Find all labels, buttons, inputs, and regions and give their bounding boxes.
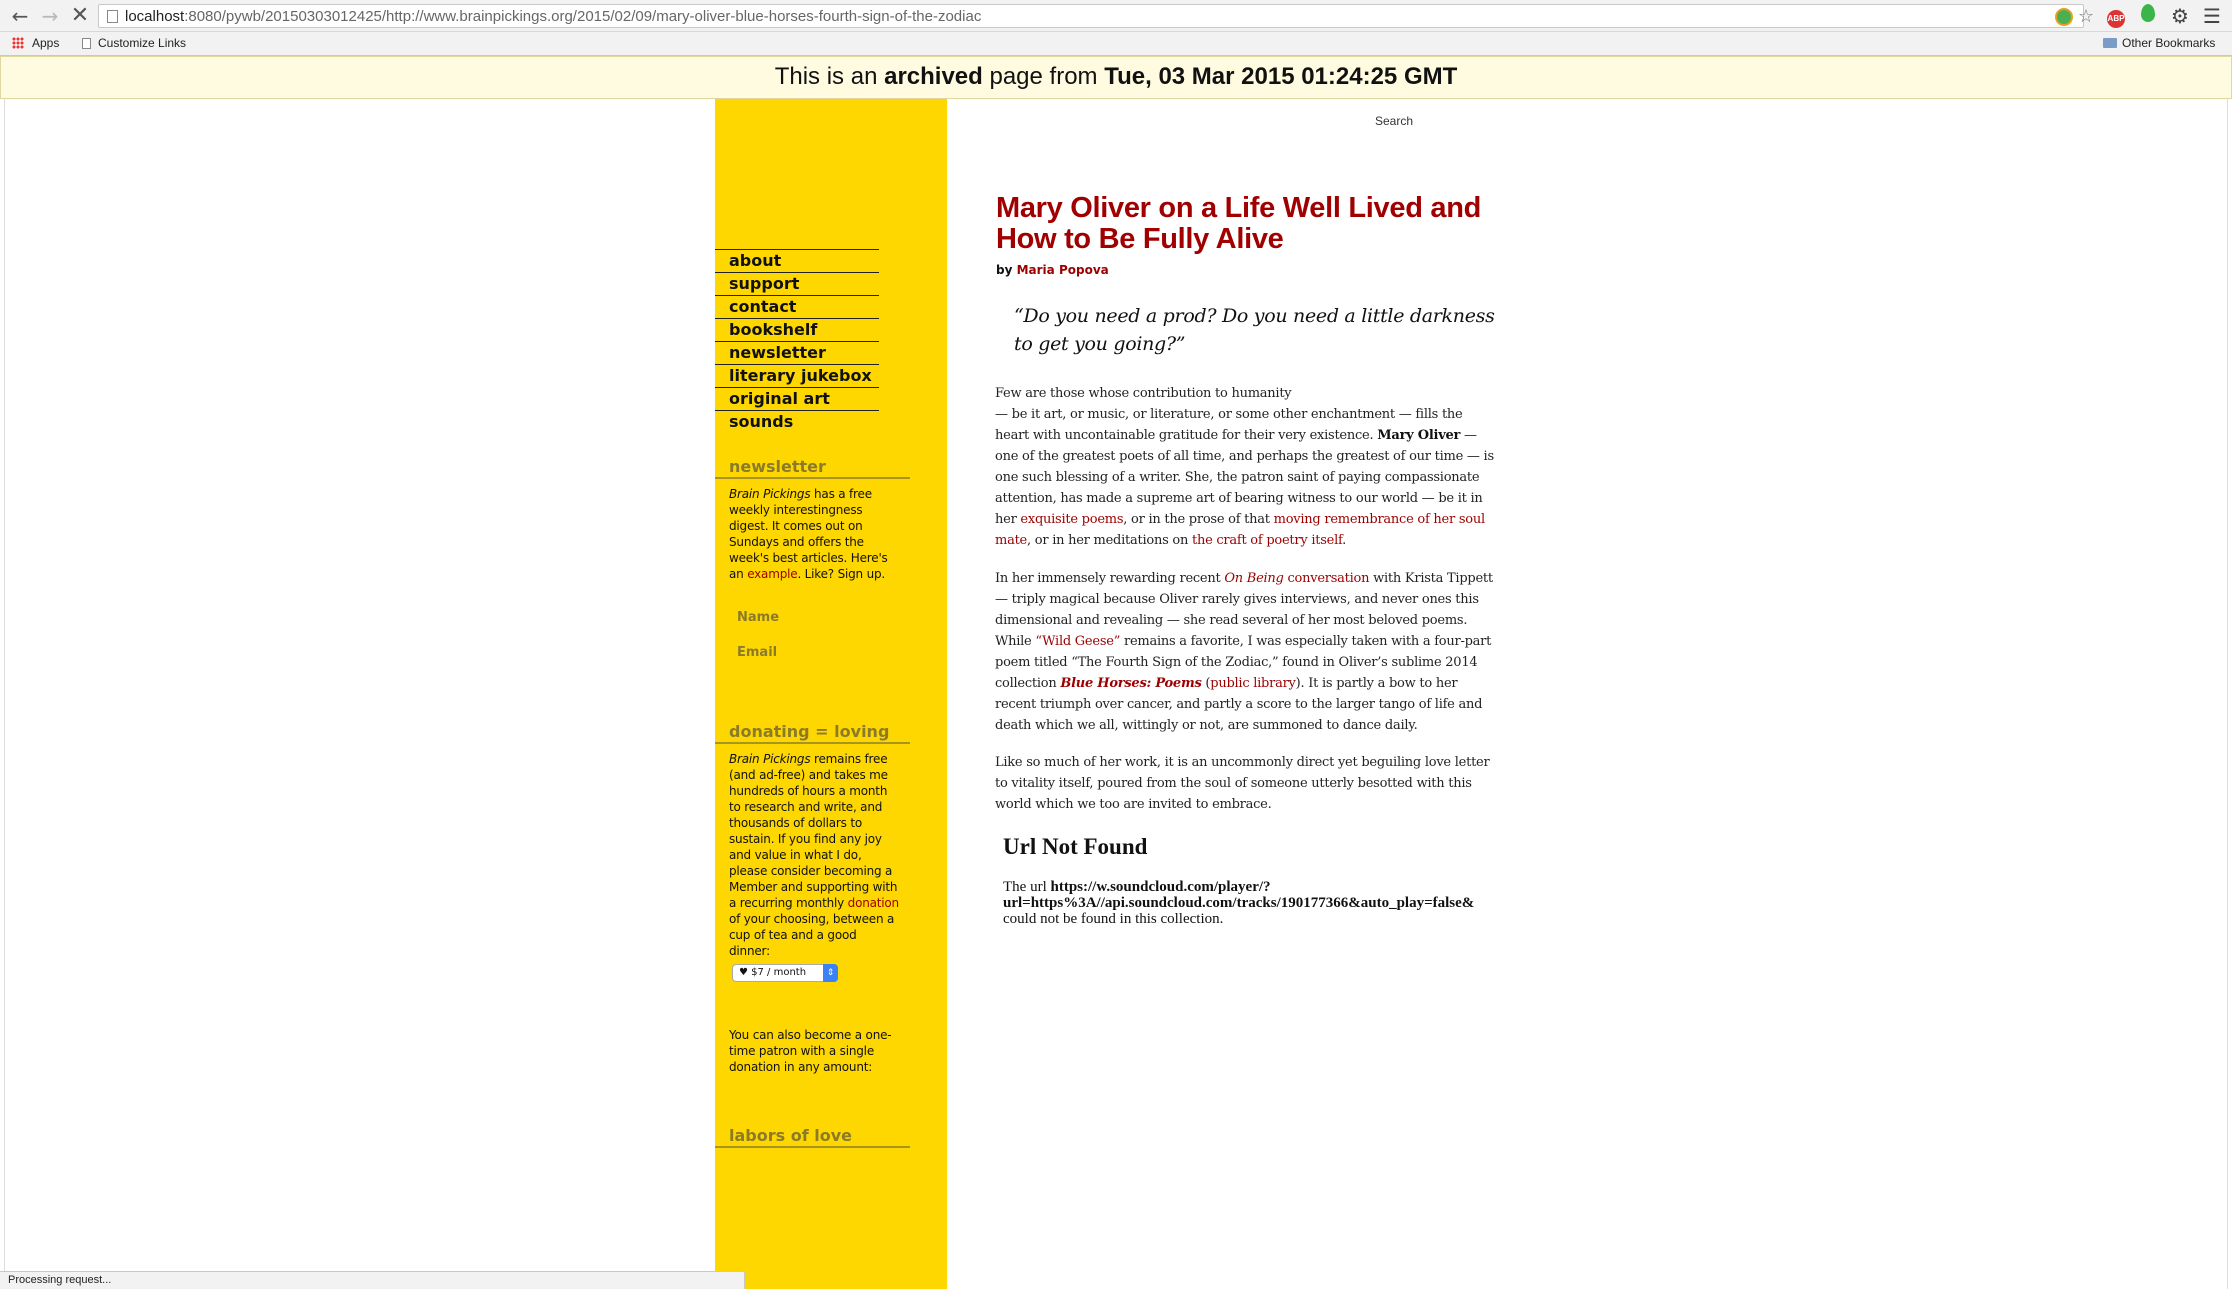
donation-link[interactable]: donation — [848, 896, 900, 910]
adblock-extension-icon[interactable]: ABP — [2104, 4, 2128, 28]
status-bar: Processing request... — [0, 1271, 745, 1289]
exquisite-poems-link[interactable]: exquisite poems — [1020, 512, 1123, 527]
newsletter-heading: newsletter — [715, 455, 910, 479]
close-icon: ✕ — [70, 3, 90, 28]
donating-heading: donating = loving — [715, 720, 910, 744]
one-time-donation: You can also become a one-time patron wi… — [715, 1027, 910, 1075]
author-link[interactable]: Maria Popova — [1017, 263, 1109, 277]
article-paragraph: Few are those whose contribution to huma… — [995, 386, 1494, 548]
bookmark-star-icon[interactable]: ☆ — [2077, 8, 2095, 26]
apps-grid-icon — [12, 37, 24, 49]
donation-amount-select[interactable]: ♥ $7 / month ⇕ — [732, 964, 838, 982]
wild-geese-link[interactable]: “Wild Geese” — [1035, 634, 1120, 649]
labors-section: labors of love — [715, 1124, 910, 1148]
stop-loading-button[interactable]: ✕ — [68, 4, 92, 28]
public-library-link[interactable]: public library — [1210, 676, 1296, 691]
name-input[interactable]: Name — [737, 610, 779, 625]
document-icon — [82, 38, 91, 49]
back-arrow-icon: ← — [11, 4, 29, 28]
bookmarks-bar: Apps Customize Links Other Bookmarks — [0, 32, 2232, 56]
address-bar[interactable]: localhost:8080/pywb/20150303012425/http:… — [98, 4, 2094, 28]
nav-item-support[interactable]: support — [715, 272, 879, 295]
pull-quote: “Do you need a prod? Do you need a littl… — [1014, 305, 1495, 355]
example-link[interactable]: example — [747, 567, 797, 581]
menu-icon[interactable]: ☰ — [2200, 4, 2224, 28]
newsletter-description: Brain Pickings has a free weekly interes… — [729, 487, 888, 581]
email-input[interactable]: Email — [737, 645, 777, 660]
sidebar: about support contact bookshelf newslett… — [715, 99, 947, 1289]
url-not-found-heading: Url Not Found — [1003, 834, 1148, 859]
blue-horses-link[interactable]: Blue Horses: Poems — [1060, 676, 1201, 691]
page-left-border — [4, 99, 5, 1289]
archive-banner: This is an archived page from Tue, 03 Ma… — [0, 56, 2232, 99]
article-title[interactable]: Mary Oliver on a Life Well Lived and How… — [996, 193, 1496, 255]
byline: by Maria Popova — [996, 263, 1109, 277]
extension-icon[interactable] — [2055, 8, 2073, 26]
url-not-found-message: The url https://w.soundcloud.com/player/… — [1003, 879, 1475, 927]
folder-icon — [2103, 38, 2117, 48]
forward-arrow-icon: → — [41, 4, 59, 28]
page-icon — [107, 10, 118, 23]
nav-item-contact[interactable]: contact — [715, 295, 879, 318]
page-right-border — [2227, 99, 2228, 1289]
back-button[interactable]: ← — [8, 4, 32, 28]
nav-item-original-art[interactable]: original art — [715, 387, 879, 410]
leaf-extension-icon[interactable] — [2136, 4, 2160, 28]
bookmark-other[interactable]: Other Bookmarks — [2103, 36, 2215, 50]
select-arrows-icon: ⇕ — [823, 964, 838, 982]
article-paragraph: Like so much of her work, it is an uncom… — [995, 755, 1490, 812]
forward-button[interactable]: → — [38, 4, 62, 28]
craft-of-poetry-link[interactable]: the craft of poetry itself — [1192, 533, 1342, 548]
bookmark-apps[interactable]: Apps — [12, 36, 59, 50]
nav-item-about[interactable]: about — [715, 249, 879, 272]
bookmark-customize-links[interactable]: Customize Links — [82, 36, 186, 50]
nav-item-sounds[interactable]: sounds — [715, 410, 879, 433]
sidebar-nav: about support contact bookshelf newslett… — [715, 249, 879, 433]
labors-heading: labors of love — [715, 1124, 910, 1148]
one-time-text: You can also become a one-time patron wi… — [729, 1028, 892, 1074]
on-being-link[interactable]: On Being conversation — [1224, 571, 1369, 586]
nav-item-newsletter[interactable]: newsletter — [715, 341, 879, 364]
gear-icon[interactable]: ⚙ — [2168, 4, 2192, 28]
nav-item-bookshelf[interactable]: bookshelf — [715, 318, 879, 341]
donating-description: Brain Pickings remains free (and ad-free… — [729, 752, 900, 958]
browser-toolbar: ← → ✕ localhost:8080/pywb/20150303012425… — [0, 0, 2232, 32]
donating-section: donating = loving Brain Pickings remains… — [715, 720, 910, 959]
article-paragraph: In her immensely rewarding recent On Bei… — [995, 571, 1493, 733]
url-text[interactable]: localhost:8080/pywb/20150303012425/http:… — [125, 8, 981, 25]
search-input[interactable]: Search — [1375, 114, 1413, 128]
newsletter-section: newsletter Brain Pickings has a free wee… — [715, 455, 910, 582]
nav-item-literary-jukebox[interactable]: literary jukebox — [715, 364, 879, 387]
